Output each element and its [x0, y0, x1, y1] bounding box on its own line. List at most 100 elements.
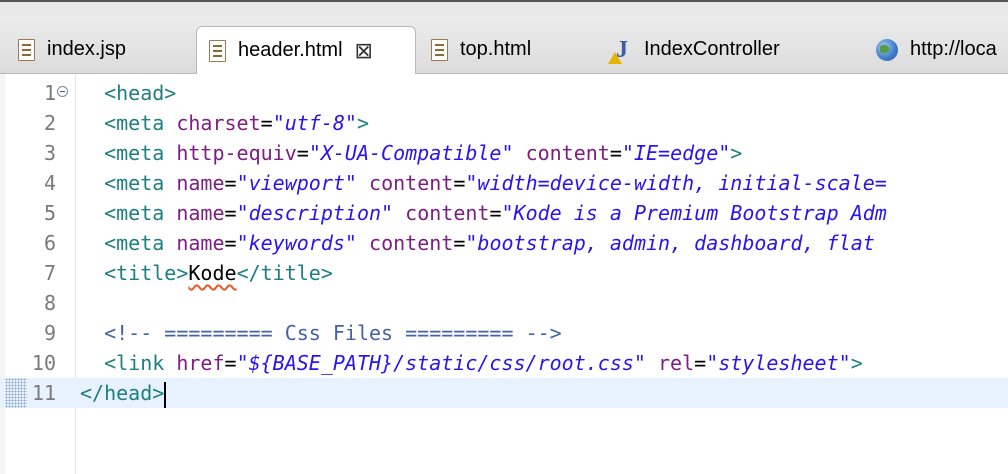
code-token: =: [224, 201, 237, 225]
line-number: 6: [43, 231, 56, 255]
code-token: >: [356, 111, 370, 135]
code-token: content: [405, 201, 490, 225]
code-token: "viewport": [236, 171, 357, 195]
code-token: =: [224, 171, 237, 195]
code-line[interactable]: 1 <head>: [0, 78, 1008, 108]
line-number: 11: [31, 381, 56, 405]
code-line[interactable]: 10 <link href="${BASE_PATH}/static/css/r…: [0, 348, 1008, 378]
code-text: <meta name="keywords" content="bootstrap…: [80, 228, 875, 258]
line-number: 7: [43, 261, 56, 285]
close-tab-icon[interactable]: ⊠: [355, 39, 373, 62]
code-text: <meta http-equiv="X-UA-Compatible" conte…: [80, 138, 742, 168]
text-caret: [164, 381, 167, 408]
code-token: name: [176, 231, 225, 255]
code-token: content: [369, 231, 454, 255]
tab-header-html[interactable]: header.html ⊠: [196, 26, 416, 74]
code-token: rel: [658, 351, 695, 375]
code-token: =: [694, 351, 707, 375]
code-token: =: [453, 231, 466, 255]
code-text: <!-- ========= Css Files ========= -->: [80, 318, 562, 348]
code-token: =: [609, 141, 622, 165]
line-number: 9: [43, 321, 56, 345]
code-text: <meta name="viewport" content="width=dev…: [80, 168, 887, 198]
code-text: <title>Kode</title>: [80, 258, 333, 288]
code-token: =: [296, 141, 309, 165]
code-text: <meta name="description" content="Kode i…: [80, 198, 887, 228]
warning-icon: [608, 51, 622, 64]
code-line[interactable]: 7 <title>Kode</title>: [0, 258, 1008, 288]
code-token: name: [176, 201, 225, 225]
tab-label: index.jsp: [47, 38, 126, 60]
line-number: 3: [43, 141, 56, 165]
html-file-icon: [18, 38, 35, 61]
tab-label: http://loca: [910, 38, 997, 60]
window-border: [0, 0, 1008, 2]
code-line[interactable]: 6 <meta name="keywords" content="bootstr…: [0, 228, 1008, 258]
code-token: =: [224, 351, 237, 375]
code-token: charset: [176, 111, 261, 135]
code-token: name: [176, 171, 225, 195]
tab-label: IndexController: [644, 38, 780, 60]
code-line[interactable]: 3 <meta http-equiv="X-UA-Compatible" con…: [0, 138, 1008, 168]
code-token: "Kode is a Premium Bootstrap Adm: [501, 201, 887, 225]
code-token: <meta: [104, 231, 177, 255]
tab-browser[interactable]: http://loca: [876, 26, 997, 73]
fold-collapse-icon[interactable]: [57, 86, 68, 97]
code-token: <!-- ========= Css Files ========= -->: [104, 321, 562, 345]
tab-top-html[interactable]: top.html: [431, 26, 531, 73]
tab-index-jsp[interactable]: index.jsp: [18, 26, 126, 73]
spelling-error-text: Kode: [188, 261, 237, 285]
line-number: 2: [43, 111, 56, 135]
code-token: </title>: [236, 261, 333, 285]
line-number: 10: [31, 351, 56, 375]
code-text: <link href="${BASE_PATH}/static/css/root…: [80, 348, 863, 378]
code-token: content: [369, 171, 454, 195]
code-token: "bootstrap, admin, dashboard, flat: [465, 231, 875, 255]
tab-label: top.html: [460, 38, 532, 60]
globe-icon: [876, 38, 898, 61]
code-token: >: [850, 351, 863, 375]
code-token: =: [453, 171, 466, 195]
tab-index-controller[interactable]: J IndexController: [608, 26, 780, 73]
code-token: href: [176, 351, 225, 375]
tab-label: header.html: [238, 39, 343, 61]
java-class-warning-icon: J: [608, 38, 632, 64]
code-text: <meta charset="utf-8">: [80, 108, 369, 138]
code-text: </head>: [80, 378, 167, 408]
editor-tab-bar: index.jsp header.html ⊠ top.html J Index…: [0, 16, 1008, 74]
code-line[interactable]: 11 </head>: [0, 378, 1008, 408]
code-text: <head>: [80, 78, 176, 108]
code-token: =: [489, 201, 502, 225]
code-token: <meta: [104, 141, 177, 165]
line-number: 5: [43, 201, 56, 225]
code-token: <meta: [104, 201, 177, 225]
code-token: <title>: [104, 261, 189, 285]
code-token: <meta: [104, 111, 177, 135]
window-top-strip: [0, 0, 1008, 16]
code-token: "description": [236, 201, 394, 225]
line-number: 8: [43, 291, 56, 315]
code-token: "${BASE_PATH}/static/css/root.css": [236, 351, 646, 375]
code-token: "utf-8": [272, 111, 357, 135]
code-token: "IE=edge": [621, 141, 731, 165]
html-file-icon: [431, 38, 448, 61]
html-file-icon: [209, 39, 226, 62]
code-line[interactable]: 9 <!-- ========= Css Files ========= -->: [0, 318, 1008, 348]
line-number: 4: [43, 171, 56, 195]
code-line[interactable]: 8: [0, 288, 1008, 318]
code-token: =: [224, 231, 237, 255]
code-line[interactable]: 2 <meta charset="utf-8">: [0, 108, 1008, 138]
code-token: <meta: [104, 171, 177, 195]
code-line[interactable]: 5 <meta name="description" content="Kode…: [0, 198, 1008, 228]
line-number: 1: [43, 81, 56, 105]
code-token: =: [260, 111, 273, 135]
code-token: content: [525, 141, 610, 165]
code-token: "width=device-width, initial-scale=: [465, 171, 887, 195]
code-token: "X-UA-Compatible": [308, 141, 514, 165]
code-line[interactable]: 4 <meta name="viewport" content="width=d…: [0, 168, 1008, 198]
code-token: <link: [104, 351, 177, 375]
